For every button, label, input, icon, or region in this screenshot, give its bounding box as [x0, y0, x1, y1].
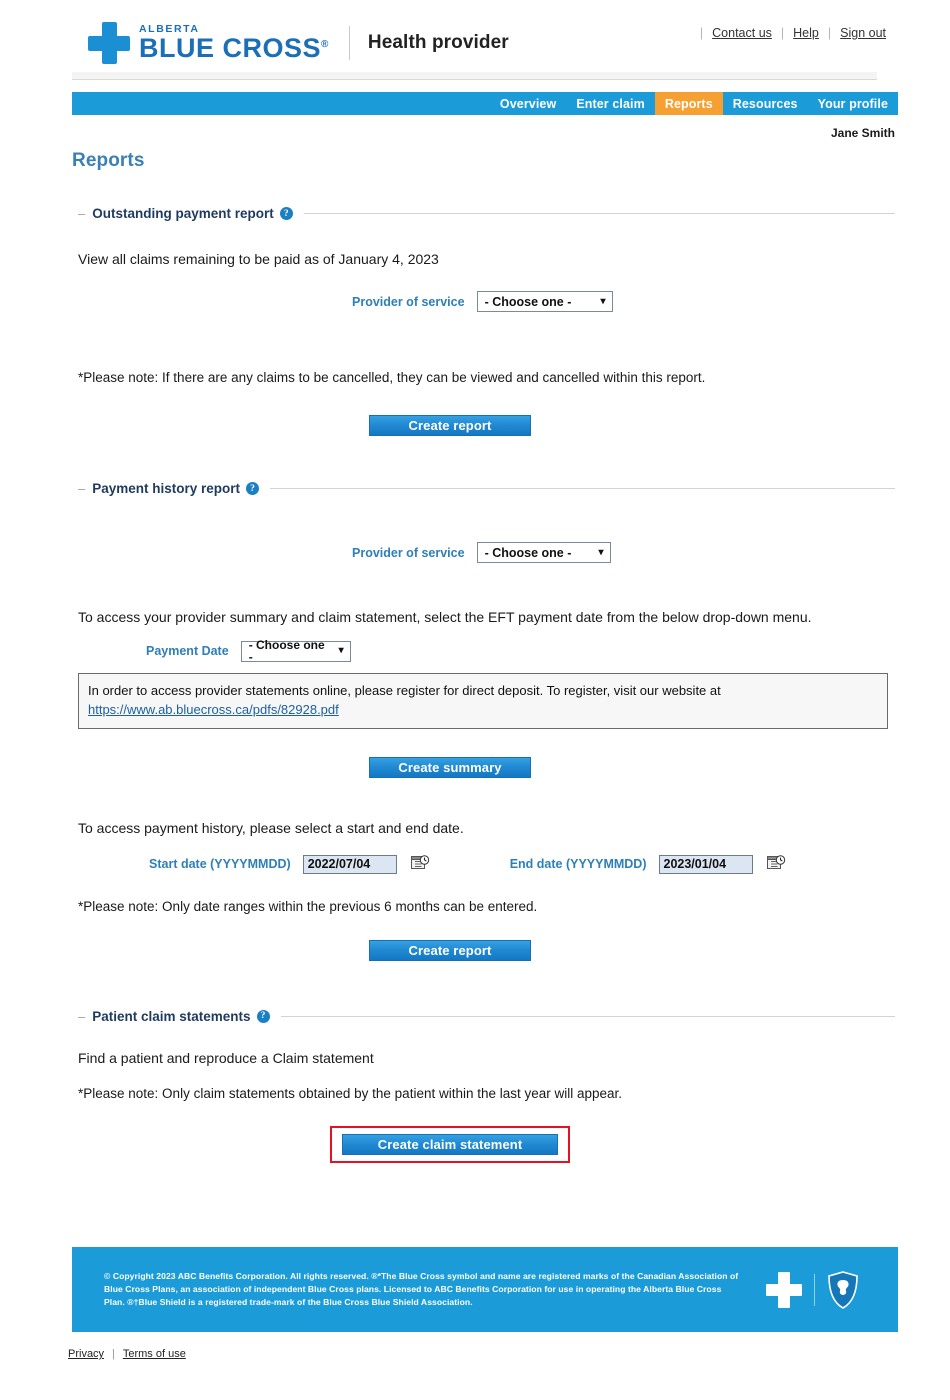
brand-bluecross-text: BLUE CROSS® [139, 33, 329, 64]
end-date-label: End date (YYYYMMDD) [509, 857, 647, 872]
nav-item-enter-claim[interactable]: Enter claim [566, 92, 655, 115]
payment-history-provider-label: Provider of service [352, 545, 465, 560]
chevron-down-icon: ▾ [600, 295, 606, 307]
contact-us-link[interactable]: Contact us [703, 26, 781, 40]
help-link[interactable]: Help [784, 26, 828, 40]
link-separator: | [112, 1348, 115, 1360]
create-report-button-outstanding[interactable]: Create report [369, 415, 531, 437]
site-footer: © Copyright 2023 ABC Benefits Corporatio… [72, 1247, 898, 1332]
create-summary-button[interactable]: Create summary [369, 756, 531, 778]
payment-date-select[interactable]: - Choose one - ▾ [240, 638, 351, 665]
date-range-note: *Please note: Only date ranges within th… [78, 898, 538, 914]
outstanding-button-row: Create report [0, 415, 950, 437]
sign-out-link[interactable]: Sign out [831, 26, 895, 40]
date-range-row: Start date (YYYYMMDD) 2022/07/04 End dat… [149, 854, 950, 874]
collapse-toggle-icon[interactable]: – [78, 1010, 85, 1023]
help-icon[interactable]: ? [256, 1009, 270, 1023]
patient-claim-note: *Please note: Only claim statements obta… [78, 1086, 623, 1102]
eft-instruction-text: To access your provider summary and clai… [78, 609, 812, 626]
main-navigation: Overview Enter claim Reports Resources Y… [72, 92, 898, 115]
brand-divider [348, 26, 350, 60]
payment-history-provider-select[interactable]: - Choose one - ▾ [476, 542, 611, 564]
create-claim-statement-button[interactable]: Create claim statement [342, 1134, 558, 1156]
brand-wordmark: ALBERTA BLUE CROSS® [139, 24, 329, 63]
section-title-payment-history: Payment history report [92, 481, 241, 497]
utility-links: | Contact us | Help | Sign out [700, 26, 895, 40]
footer-links: Privacy | Terms of use [68, 1348, 186, 1360]
page-title: Reports [72, 150, 145, 171]
outstanding-provider-row: Provider of service - Choose one - ▾ [352, 291, 950, 313]
footer-logos [766, 1270, 859, 1309]
nav-item-your-profile[interactable]: Your profile [808, 92, 898, 115]
section-rule [280, 1015, 895, 1017]
header-band [72, 72, 877, 79]
payment-range-instruction: To access payment history, please select… [78, 819, 464, 836]
section-rule [303, 213, 895, 214]
patient-claim-description: Find a patient and reproduce a Claim sta… [78, 1049, 374, 1066]
terms-of-use-link[interactable]: Terms of use [123, 1348, 186, 1360]
outstanding-description: View all claims remaining to be paid as … [78, 251, 439, 267]
section-header-outstanding-payment-report[interactable]: – Outstanding payment report ? [78, 206, 895, 221]
blue-shield-icon [827, 1270, 859, 1309]
create-report-button-history[interactable]: Create report [369, 939, 531, 961]
nav-item-overview[interactable]: Overview [490, 92, 566, 115]
logged-in-user-name: Jane Smith [830, 126, 895, 140]
nav-item-reports[interactable]: Reports [654, 92, 723, 115]
create-report-row-history: Create report [0, 939, 950, 961]
payment-date-row: Payment Date - Choose one - ▾ [146, 638, 950, 665]
outstanding-note: *Please note: If there are any claims to… [78, 370, 706, 386]
collapse-toggle-icon[interactable]: – [78, 207, 85, 220]
direct-deposit-notice-text: In order to access provider statements o… [88, 682, 721, 698]
section-header-payment-history-report[interactable]: – Payment history report ? [78, 481, 895, 496]
section-title-outstanding: Outstanding payment report [92, 206, 274, 221]
outstanding-provider-select[interactable]: - Choose one - ▾ [476, 291, 613, 313]
payment-history-provider-row: Provider of service - Choose one - ▾ [352, 542, 950, 564]
help-icon[interactable]: ? [246, 482, 260, 496]
payment-date-label: Payment Date [146, 644, 229, 659]
direct-deposit-notice: In order to access provider statements o… [78, 672, 888, 729]
header-divider [72, 79, 877, 80]
portal-tagline: Health provider [367, 32, 509, 53]
help-icon[interactable]: ? [279, 207, 293, 220]
calendar-picker-icon-end[interactable] [766, 855, 786, 873]
create-claim-statement-row: Create claim statement [0, 1126, 950, 1164]
footer-copyright: © Copyright 2023 ABC Benefits Corporatio… [104, 1270, 739, 1308]
start-date-input[interactable]: 2022/07/04 [302, 854, 397, 874]
annotation-highlight-box: Create claim statement [330, 1126, 570, 1164]
payment-date-value: - Choose one - [248, 638, 325, 665]
outstanding-provider-label: Provider of service [352, 294, 465, 309]
nav-item-resources[interactable]: Resources [723, 92, 808, 115]
footer-cross-icon [766, 1271, 802, 1308]
start-date-label: Start date (YYYYMMDD) [149, 857, 291, 872]
end-date-input[interactable]: 2023/01/04 [658, 854, 753, 874]
privacy-link[interactable]: Privacy [68, 1348, 104, 1360]
page-root: ALBERTA BLUE CROSS® Health provider | Co… [0, 0, 950, 1400]
registered-mark-icon: ® [321, 39, 329, 51]
payment-history-provider-value: - Choose one - [484, 545, 572, 560]
main-content: Reports – Outstanding payment report ? V… [0, 150, 950, 1164]
calendar-picker-icon-start[interactable] [410, 855, 430, 873]
collapse-toggle-icon[interactable]: – [78, 482, 85, 495]
blue-cross-icon [88, 22, 130, 64]
site-header: ALBERTA BLUE CROSS® Health provider | Co… [0, 0, 950, 90]
section-rule [270, 488, 895, 490]
footer-logo-divider [814, 1273, 815, 1306]
section-title-patient-claim: Patient claim statements [92, 1008, 251, 1024]
chevron-down-icon: ▾ [338, 645, 344, 657]
direct-deposit-register-link[interactable]: https://www.ab.bluecross.ca/pdfs/82928.p… [88, 702, 339, 717]
create-summary-row: Create summary [0, 756, 950, 778]
brand-logo[interactable]: ALBERTA BLUE CROSS® Health provider [88, 22, 509, 64]
outstanding-provider-value: - Choose one - [484, 294, 572, 309]
section-header-patient-claim-statements[interactable]: – Patient claim statements ? [78, 1009, 895, 1024]
chevron-down-icon: ▾ [598, 546, 604, 558]
